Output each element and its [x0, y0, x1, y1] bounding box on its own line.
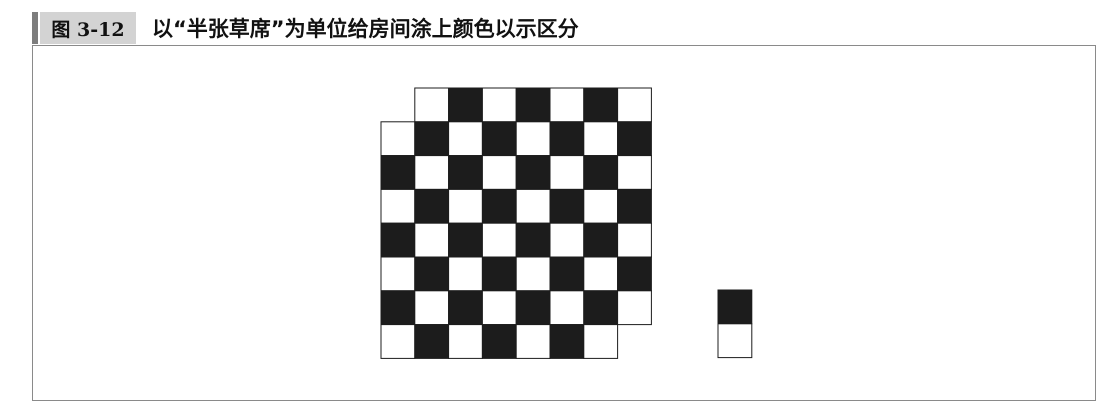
board-cell-light [380, 256, 416, 292]
board-cell-light [414, 155, 450, 190]
board-cell-dark [617, 188, 652, 224]
board-cell-dark [448, 290, 483, 326]
board-cell-dark [617, 121, 652, 157]
board-cell-dark [481, 188, 517, 224]
board-cell-dark [583, 222, 619, 258]
board-cell-dark [549, 324, 585, 359]
board-cell-light [448, 324, 483, 359]
board-cell-light [380, 324, 416, 359]
board-cell-dark [583, 290, 619, 326]
board-cell-dark [549, 121, 585, 157]
board-cell-light [448, 121, 483, 157]
board-cell-light [515, 188, 551, 224]
board-cell-light [617, 155, 652, 190]
board-cell-dark [414, 256, 450, 292]
board-cell-dark [515, 290, 551, 326]
tatami-domino-piece [717, 289, 753, 359]
board-cell-light [515, 256, 551, 292]
board-cell-light [414, 290, 450, 326]
board-cell-light [414, 222, 450, 258]
piece-cell-dark [717, 289, 753, 325]
board-cell-dark [380, 222, 416, 258]
board-cell-light [583, 324, 619, 359]
board-cell-light [583, 256, 619, 292]
board-cell-dark [583, 155, 619, 190]
board-cell-dark [414, 188, 450, 224]
board-cell-dark [448, 155, 483, 190]
board-cell-dark [515, 155, 551, 190]
board-cell-light [583, 121, 619, 157]
board-cell-light [380, 121, 416, 157]
board-cell-light [515, 324, 551, 359]
board-cell-light [549, 222, 585, 258]
board-cell-dark [448, 87, 483, 123]
board-cell-dark [414, 121, 450, 157]
figure-canvas [380, 87, 753, 359]
checkerboard-grid [380, 87, 652, 359]
board-cell-light [481, 155, 517, 190]
board-cell-light [583, 188, 619, 224]
board-cell-dark [380, 290, 416, 326]
board-cell-light [617, 87, 652, 123]
board-cell-light [549, 155, 585, 190]
board-cell-dark [481, 256, 517, 292]
board-cell-dark [380, 155, 416, 190]
board-cell-dark [448, 222, 483, 258]
board-cell-light [617, 290, 652, 326]
board-cell-dark [549, 188, 585, 224]
board-cell-light [617, 222, 652, 258]
board-cell-dark [549, 256, 585, 292]
piece-cell-light [717, 323, 753, 359]
board-cell-light [380, 188, 416, 224]
board-cell-light [414, 87, 450, 123]
board-cell-dark [481, 121, 517, 157]
board-cell-light [481, 222, 517, 258]
board-cell-dark [617, 256, 652, 292]
board-cell-dark [515, 87, 551, 123]
board-cell-dark [481, 324, 517, 359]
board-cell-dark [583, 87, 619, 123]
board-cell-light [549, 290, 585, 326]
board-cell-light [448, 188, 483, 224]
board-cell-light [481, 87, 517, 123]
board-cell-light [549, 87, 585, 123]
board-cell-light [448, 256, 483, 292]
board-cell-light [515, 121, 551, 157]
board-cell-dark [515, 222, 551, 258]
board-cell-light [481, 290, 517, 326]
board-cell-dark [414, 324, 450, 359]
